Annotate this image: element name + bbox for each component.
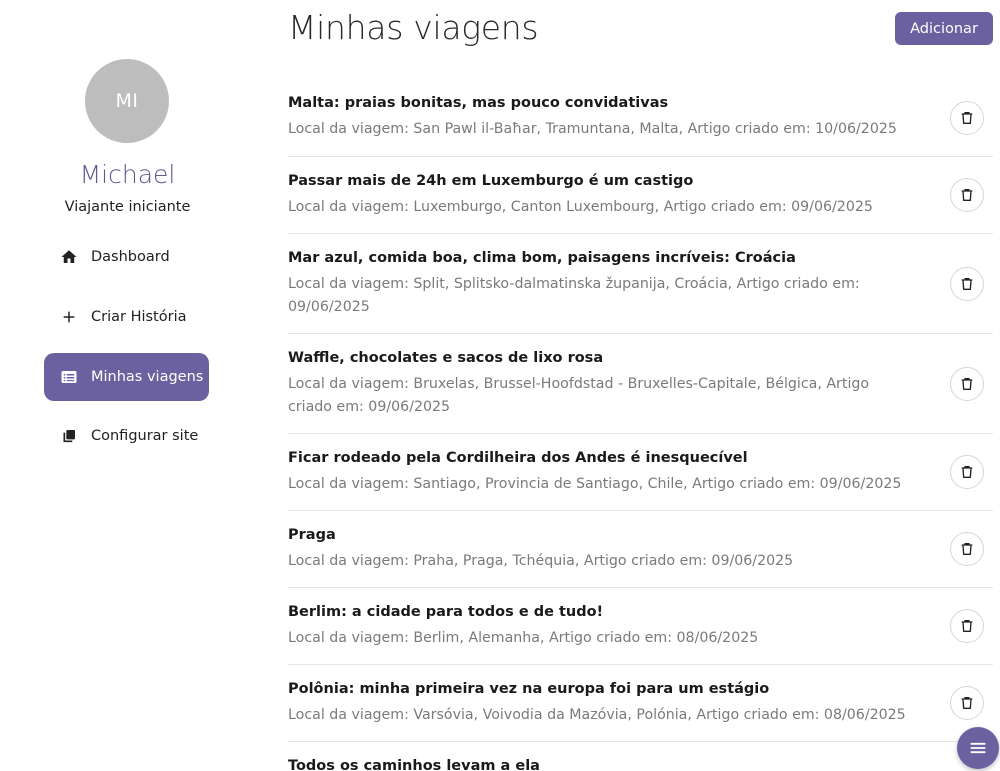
list-item[interactable]: Ficar rodeado pela Cordilheira dos Andes… — [288, 434, 993, 511]
list-item[interactable]: Malta: praias bonitas, mas pouco convida… — [288, 79, 993, 157]
trip-subtitle: Local da viagem: Luxemburgo, Canton Luxe… — [288, 199, 873, 215]
user-role: Viajante iniciante — [64, 199, 191, 215]
delete-button[interactable] — [950, 532, 984, 566]
menu-icon — [970, 742, 986, 754]
sidebar-item-label: Dashboard — [91, 249, 170, 265]
trip-subtitle: Local da viagem: Santiago, Provincia de … — [288, 476, 902, 492]
list-icon — [60, 368, 78, 386]
trip-subtitle: Local da viagem: Varsóvia, Voivodia da M… — [288, 707, 906, 723]
sidebar-item-label: Configurar site — [91, 428, 199, 444]
sidebar-item-configurar-site[interactable]: Configurar site — [44, 412, 209, 460]
user-name: Michael — [79, 160, 176, 189]
delete-button[interactable] — [950, 609, 984, 643]
delete-button[interactable] — [950, 178, 984, 212]
list-item[interactable]: Polônia: minha primeira vez na europa fo… — [288, 665, 993, 742]
list-item[interactable]: Passar mais de 24h em Luxemburgo é um ca… — [288, 157, 993, 234]
delete-button[interactable] — [950, 686, 984, 720]
trip-title: Waffle, chocolates e sacos de lixo rosa — [288, 350, 604, 366]
list-item[interactable]: Berlim: a cidade para todos e de tudo! L… — [288, 588, 993, 665]
trash-icon — [961, 111, 973, 124]
trip-subtitle: Local da viagem: Bruxelas, Brussel-Hoofd… — [288, 376, 870, 415]
trash-icon — [961, 620, 973, 632]
trash-icon — [961, 277, 973, 290]
list-item[interactable]: Todos os caminhos levam a ela — [288, 742, 993, 771]
trash-icon — [961, 543, 973, 555]
sidebar-item-minhas-viagens[interactable]: Minhas viagens — [44, 353, 209, 401]
delete-button[interactable] — [950, 366, 984, 401]
list-item[interactable]: Praga Local da viagem: Praha, Praga, Tch… — [288, 511, 993, 588]
trash-icon — [961, 697, 973, 709]
avatar: MI — [85, 59, 169, 143]
trip-title: Todos os caminhos levam a ela — [288, 758, 540, 771]
plus-icon — [60, 308, 78, 326]
page-title: Minhas viagens — [288, 8, 539, 47]
sidebar-item-dashboard[interactable]: Dashboard — [44, 233, 209, 281]
menu-fab-button[interactable] — [957, 727, 999, 769]
sidebar-item-label: Criar História — [91, 309, 187, 325]
list-item[interactable]: Mar azul, comida boa, clima bom, paisage… — [288, 234, 993, 334]
copy-icon — [60, 427, 78, 445]
sidebar: MI Michael Viajante iniciante Dashboard … — [0, 0, 255, 771]
trash-icon — [961, 377, 973, 390]
trash-icon — [961, 189, 973, 201]
add-button[interactable]: Adicionar — [895, 12, 993, 45]
trip-subtitle: Local da viagem: San Pawl il-Baħar, Tram… — [288, 121, 897, 137]
trip-subtitle: Local da viagem: Praha, Praga, Tchéquia,… — [288, 553, 794, 569]
trip-subtitle: Local da viagem: Split, Splitsko-dalmati… — [288, 276, 860, 315]
sidebar-item-criar-historia[interactable]: Criar História — [44, 293, 209, 341]
delete-button[interactable] — [950, 455, 984, 489]
trip-title: Mar azul, comida boa, clima bom, paisage… — [288, 250, 796, 266]
sidebar-item-label: Minhas viagens — [91, 369, 204, 385]
trip-title: Praga — [288, 527, 336, 543]
list-item[interactable]: Waffle, chocolates e sacos de lixo rosa … — [288, 334, 993, 434]
delete-button[interactable] — [950, 266, 984, 301]
trash-icon — [961, 466, 973, 478]
trip-title: Polônia: minha primeira vez na europa fo… — [288, 681, 770, 697]
trip-title: Malta: praias bonitas, mas pouco convida… — [288, 95, 669, 111]
delete-button[interactable] — [950, 100, 984, 135]
trip-title: Berlim: a cidade para todos e de tudo! — [288, 604, 604, 620]
home-icon — [60, 248, 78, 266]
trip-subtitle: Local da viagem: Berlim, Alemanha, Artig… — [288, 630, 759, 646]
trip-list: Malta: praias bonitas, mas pouco convida… — [288, 79, 993, 771]
trip-title: Passar mais de 24h em Luxemburgo é um ca… — [288, 173, 694, 189]
trip-title: Ficar rodeado pela Cordilheira dos Andes… — [288, 450, 748, 466]
